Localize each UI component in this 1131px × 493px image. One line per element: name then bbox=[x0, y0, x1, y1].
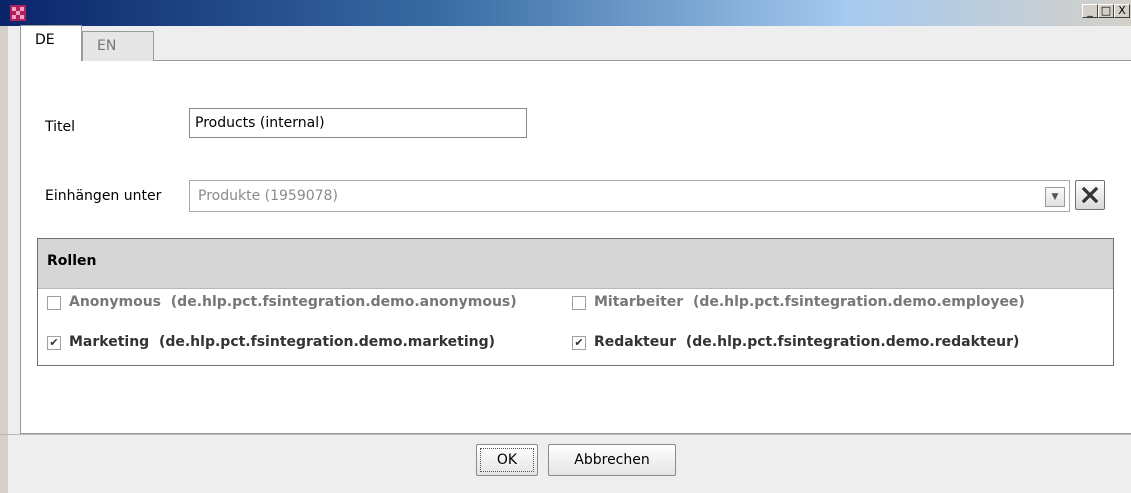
rollen-title: Rollen bbox=[47, 253, 97, 269]
rollen-section: Rollen Anonymous (de.hlp.pct.fsintegrati… bbox=[37, 238, 1114, 366]
role-id: (de.hlp.pct.fsintegration.demo.redakteur… bbox=[685, 334, 1020, 350]
titel-input[interactable]: Products (internal) bbox=[189, 108, 527, 138]
tab-en[interactable]: EN bbox=[82, 31, 154, 61]
maximize-button[interactable]: □ bbox=[1098, 4, 1114, 18]
close-window-button[interactable]: X bbox=[1114, 4, 1130, 18]
close-icon bbox=[1081, 186, 1099, 204]
tab-de[interactable]: DE bbox=[20, 25, 82, 61]
cancel-button[interactable]: Abbrechen bbox=[548, 444, 676, 476]
role-mitarbeiter[interactable]: Mitarbeiter (de.hlp.pct.fsintegration.de… bbox=[572, 294, 1025, 316]
chevron-down-icon[interactable]: ▼ bbox=[1045, 187, 1065, 207]
checkbox-anonymous[interactable] bbox=[47, 296, 61, 310]
role-id: (de.hlp.pct.fsintegration.demo.marketing… bbox=[158, 334, 496, 350]
einhaengen-value: Produkte (1959078) bbox=[198, 188, 338, 204]
checkbox-marketing[interactable]: ✔ bbox=[47, 336, 61, 350]
minimize-button[interactable]: _ bbox=[1082, 4, 1098, 18]
rollen-header: Rollen bbox=[38, 239, 1113, 289]
role-name: Mitarbeiter bbox=[594, 294, 684, 310]
ok-button[interactable]: OK bbox=[476, 444, 538, 476]
app-icon bbox=[10, 5, 26, 21]
clear-button[interactable] bbox=[1075, 180, 1105, 210]
focus-ring bbox=[480, 448, 534, 472]
role-id: (de.hlp.pct.fsintegration.demo.employee) bbox=[692, 294, 1025, 310]
einhaengen-select[interactable]: Produkte (1959078) ▼ bbox=[189, 180, 1070, 212]
titel-label: Titel bbox=[45, 119, 76, 135]
role-marketing[interactable]: ✔ Marketing (de.hlp.pct.fsintegration.de… bbox=[47, 334, 495, 356]
checkbox-redakteur[interactable]: ✔ bbox=[572, 336, 586, 350]
role-name: Redakteur bbox=[594, 334, 677, 350]
dialog-window: _ □ X DE EN Titel Products (internal) Ei… bbox=[0, 0, 1131, 493]
role-name: Anonymous bbox=[69, 294, 162, 310]
checkbox-mitarbeiter[interactable] bbox=[572, 296, 586, 310]
title-bar[interactable]: _ □ X bbox=[0, 0, 1131, 26]
role-id: (de.hlp.pct.fsintegration.demo.anonymous… bbox=[170, 294, 517, 310]
button-bar-divider bbox=[0, 434, 1131, 435]
cancel-label: Abbrechen bbox=[574, 452, 650, 468]
role-redakteur[interactable]: ✔ Redakteur (de.hlp.pct.fsintegration.de… bbox=[572, 334, 1019, 356]
role-anonymous[interactable]: Anonymous (de.hlp.pct.fsintegration.demo… bbox=[47, 294, 517, 316]
einhaengen-label: Einhängen unter bbox=[45, 188, 162, 204]
role-name: Marketing bbox=[69, 334, 150, 350]
